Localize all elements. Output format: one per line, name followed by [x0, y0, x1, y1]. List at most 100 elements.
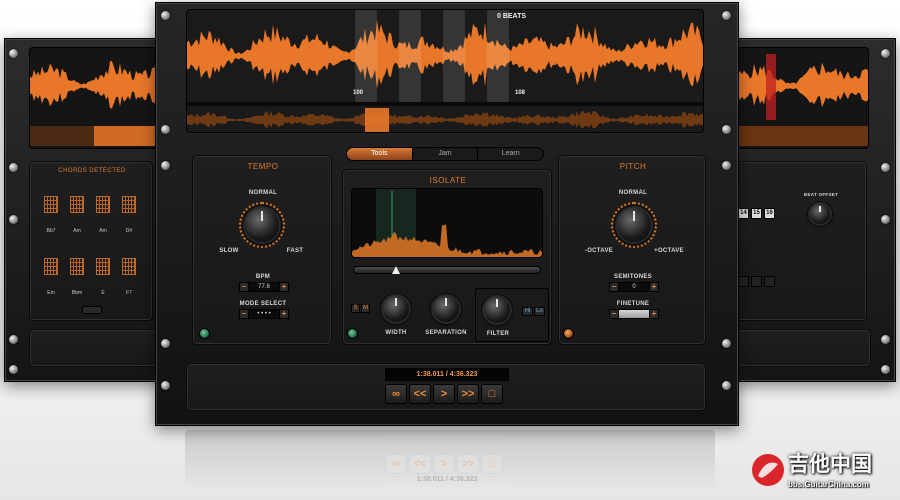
- screw-icon: [881, 335, 890, 344]
- rewind-button[interactable]: <<: [409, 384, 431, 404]
- beat-number[interactable]: 15: [751, 208, 762, 219]
- pitch-normal-label: NORMAL: [618, 190, 648, 196]
- filter-label: FILTER: [486, 331, 510, 337]
- screw-icon: [161, 339, 170, 348]
- screw-icon: [161, 381, 170, 390]
- main-panel: 0 BEATS 100 108 Tools Jam Learn TEMPO NO…: [155, 2, 739, 426]
- chord-name: Em: [47, 290, 55, 296]
- chords-scroll-button[interactable]: [82, 306, 102, 314]
- isolate-slider-handle[interactable]: [392, 266, 400, 274]
- stop-button[interactable]: □: [481, 384, 503, 404]
- screw-icon: [881, 365, 890, 374]
- right-waveform: [737, 47, 869, 149]
- screw-icon: [722, 161, 731, 170]
- chord-diagram: [44, 196, 58, 213]
- tempo-knob[interactable]: [245, 208, 279, 242]
- bpm-value[interactable]: 77.6: [249, 282, 279, 292]
- tempo-normal-label: NORMAL: [248, 190, 278, 196]
- reflection-ff-icon: >>: [457, 454, 479, 474]
- bpm-label: BPM: [255, 274, 271, 280]
- screw-icon: [881, 163, 890, 172]
- separation-knob[interactable]: [433, 296, 459, 322]
- chord-diagram: [122, 196, 136, 213]
- loop-button[interactable]: ∞: [385, 384, 407, 404]
- finetune-label: FINETUNE: [616, 301, 650, 307]
- finetune-increment-button[interactable]: +: [649, 309, 659, 319]
- screw-icon: [161, 161, 170, 170]
- tempo-power-button[interactable]: [199, 328, 210, 339]
- screw-icon: [9, 365, 18, 374]
- finetune-slider[interactable]: [619, 309, 649, 319]
- bpm-increment-button[interactable]: +: [279, 282, 289, 292]
- pitch-knob[interactable]: [617, 208, 651, 242]
- semitones-label: SEMITONES: [614, 274, 652, 280]
- solo-button[interactable]: S: [351, 304, 360, 313]
- spectrum-graphic: [352, 189, 542, 257]
- beat-pattern-square[interactable]: [751, 276, 762, 287]
- width-label: WIDTH: [385, 330, 407, 336]
- pitch-minus-octave-label: -OCTAVE: [584, 248, 614, 254]
- reflection: ∞ << > >> □ 1:38.011 / 4:36.323: [185, 430, 715, 490]
- beat-number[interactable]: 14: [738, 208, 749, 219]
- right-background-panel: 14 15 16 BEAT OFFSET: [730, 38, 896, 382]
- chord-diagram: [122, 258, 136, 275]
- screw-icon: [722, 125, 731, 134]
- main-waveform[interactable]: 0 BEATS 100 108: [186, 9, 704, 133]
- beat-pattern-square[interactable]: [764, 276, 775, 287]
- beat-number[interactable]: 16: [764, 208, 775, 219]
- semitones-increment-button[interactable]: +: [649, 282, 659, 292]
- semitones-decrement-button[interactable]: −: [609, 282, 619, 292]
- finetune-decrement-button[interactable]: −: [609, 309, 619, 319]
- marker-left-label: 100: [353, 90, 364, 96]
- mode-tabs: Tools Jam Learn: [346, 147, 544, 161]
- finetune-stepper: − +: [609, 309, 659, 319]
- beat-pattern-square[interactable]: [738, 276, 749, 287]
- tempo-slow-label: SLOW: [219, 248, 239, 254]
- mode-next-button[interactable]: +: [279, 309, 289, 319]
- beat-stripe: [399, 10, 421, 102]
- chord-name: Bb7: [46, 228, 56, 234]
- isolate-section: ISOLATE S M WIDTH SEPARATION FILTER Hi L…: [342, 169, 552, 345]
- transport-controls: ∞ << > >> □: [385, 384, 503, 404]
- playhead-region[interactable]: [365, 108, 389, 132]
- beat-number-row: 14 15 16: [738, 208, 775, 219]
- pitch-power-button[interactable]: [563, 328, 574, 339]
- chords-title: CHORDS DETECTED: [58, 168, 126, 174]
- beat-stripe: [443, 10, 465, 102]
- mode-prev-button[interactable]: −: [239, 309, 249, 319]
- tab-jam[interactable]: Jam: [413, 148, 479, 160]
- spectrum-display[interactable]: [351, 188, 543, 258]
- mode-select-value[interactable]: • • • •: [249, 309, 279, 319]
- screw-icon: [881, 215, 890, 224]
- main-waveform-graphic: [187, 10, 703, 132]
- chord-name: F7: [126, 290, 132, 296]
- reflection-time: 1:38.011 / 4:36.323: [416, 476, 478, 483]
- chord-diagram: [70, 258, 84, 275]
- pitch-plus-octave-label: +OCTAVE: [654, 248, 684, 254]
- filter-lo-button[interactable]: Lo: [534, 307, 545, 316]
- tab-learn[interactable]: Learn: [478, 148, 543, 160]
- beat-stripe: [355, 10, 377, 102]
- screw-icon: [881, 49, 890, 58]
- semitones-stepper: − 0 +: [609, 282, 659, 292]
- beat-offset-knob[interactable]: [810, 204, 830, 224]
- bpm-decrement-button[interactable]: −: [239, 282, 249, 292]
- play-button[interactable]: >: [433, 384, 455, 404]
- isolate-title: ISOLATE: [429, 176, 467, 185]
- tempo-section: TEMPO NORMAL SLOW FAST BPM − 77.6 + MODE…: [192, 155, 332, 345]
- semitones-value[interactable]: 0: [619, 282, 649, 292]
- width-knob[interactable]: [383, 296, 409, 322]
- screw-icon: [9, 163, 18, 172]
- tab-tools[interactable]: Tools: [347, 148, 413, 160]
- filter-hi-button[interactable]: Hi: [522, 307, 533, 316]
- filter-knob[interactable]: [484, 297, 510, 323]
- mute-button[interactable]: M: [361, 304, 370, 313]
- isolate-slider-track[interactable]: [353, 266, 541, 274]
- isolate-power-button[interactable]: [347, 328, 358, 339]
- watermark-title: 吉他中国: [788, 452, 872, 476]
- reflection-play-icon: >: [433, 454, 455, 474]
- mode-select-label: MODE SELECT: [239, 301, 287, 307]
- fast-forward-button[interactable]: >>: [457, 384, 479, 404]
- left-transport-slot: [29, 329, 161, 367]
- screw-icon: [722, 381, 731, 390]
